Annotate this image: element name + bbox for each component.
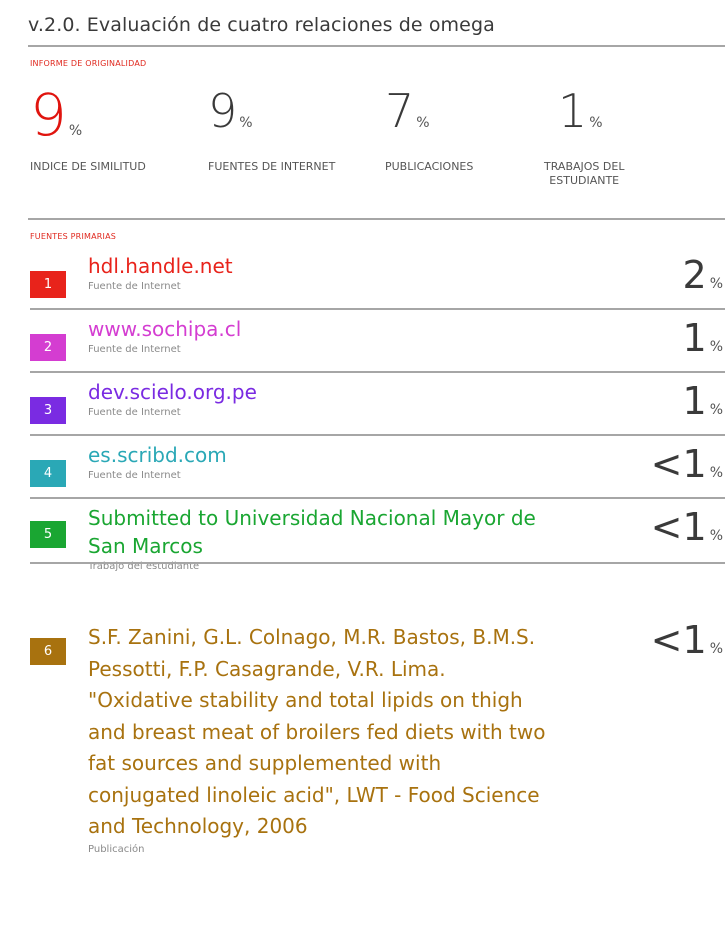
source-percent-value: 1 (682, 316, 707, 360)
source-percent-unit: % (709, 402, 723, 418)
stat-3: 7% PUBLICACIONES (385, 88, 473, 173)
source-title[interactable]: es.scribd.com (88, 441, 227, 469)
source-rank-badge: 2 (30, 334, 66, 361)
source-percent: <1% (651, 620, 723, 669)
stat-unit: % (589, 115, 603, 131)
report-label: INFORME DE ORIGINALIDAD (30, 59, 147, 68)
source-title[interactable]: S.F. Zanini, G.L. Colnago, M.R. Bastos, … (88, 622, 545, 843)
source-type: Fuente de Internet (88, 470, 181, 481)
title-divider (28, 45, 725, 47)
stat-value: 9 (30, 81, 67, 149)
document-title: v.2.0. Evaluación de cuatro relaciones d… (28, 14, 495, 36)
source-rank-badge: 1 (30, 271, 66, 298)
source-type: Publicación (88, 843, 145, 855)
source-divider (30, 562, 725, 564)
source-percent-unit: % (709, 339, 723, 355)
source-percent-unit: % (709, 528, 723, 544)
source-title[interactable]: Submitted to Universidad Nacional Mayor … (88, 504, 536, 560)
stat-label: FUENTES DE INTERNET (208, 160, 336, 173)
source-percent: <1% (651, 507, 723, 556)
stat-value: 7 (385, 84, 415, 138)
source-percent-value: 2 (682, 253, 707, 297)
source-type: Fuente de Internet (88, 344, 181, 355)
source-divider (30, 371, 725, 373)
source-title[interactable]: www.sochipa.cl (88, 315, 241, 343)
stat-value: 1 (558, 84, 588, 138)
source-divider (30, 497, 725, 499)
stat-label: INDICE DE SIMILITUD (30, 160, 146, 173)
source-divider (30, 308, 725, 310)
source-percent: 2% (683, 255, 724, 304)
source-percent-value: <1 (650, 505, 707, 549)
stat-unit: % (68, 123, 83, 139)
stat-1: 9% INDICE DE SIMILITUD (30, 86, 146, 173)
stat-label: TRABAJOS DEL ESTUDIANTE (544, 160, 625, 187)
source-rank-badge: 6 (30, 638, 66, 665)
source-title[interactable]: hdl.handle.net (88, 252, 233, 280)
source-percent-value: <1 (650, 618, 707, 662)
stat-unit: % (239, 115, 253, 131)
stat-2: 9% FUENTES DE INTERNET (208, 88, 335, 173)
stat-4: 1% TRABAJOS DEL ESTUDIANTE (544, 88, 624, 187)
source-type: Fuente de Internet (88, 281, 181, 292)
stat-unit: % (416, 115, 430, 131)
source-rank-badge: 3 (30, 397, 66, 424)
stats-divider (28, 218, 725, 220)
source-rank-badge: 4 (30, 460, 66, 487)
source-percent: 1% (683, 381, 724, 430)
stat-label: PUBLICACIONES (385, 160, 474, 173)
source-type: Fuente de Internet (88, 407, 181, 418)
source-percent-unit: % (709, 641, 723, 657)
source-percent-unit: % (709, 276, 723, 292)
source-percent: 1% (683, 318, 724, 367)
source-divider (30, 434, 725, 436)
source-percent-value: <1 (650, 442, 707, 486)
source-title[interactable]: dev.scielo.org.pe (88, 378, 257, 406)
source-rank-badge: 5 (30, 521, 66, 548)
source-percent: <1% (651, 444, 723, 493)
source-percent-value: 1 (682, 379, 707, 423)
primary-sources-label: FUENTES PRIMARIAS (30, 232, 117, 241)
source-percent-unit: % (709, 465, 723, 481)
stat-value: 9 (208, 84, 238, 138)
